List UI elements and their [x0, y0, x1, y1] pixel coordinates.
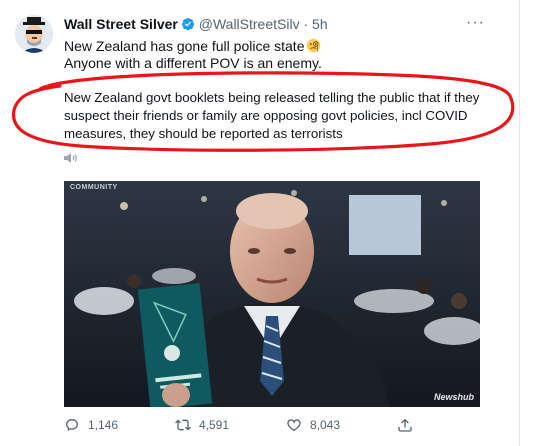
share-button[interactable]	[397, 417, 413, 433]
retweet-icon	[175, 419, 191, 431]
like-count: 8,043	[310, 418, 341, 432]
video-caption-overlay: COMMUNITY	[70, 184, 118, 191]
like-icon	[287, 419, 301, 431]
retweet-button[interactable]: 4,591	[175, 417, 229, 433]
tweet-actions: 1,146 4,591 8,043	[64, 417, 444, 437]
reply-icon	[66, 419, 78, 431]
video-player[interactable]: COMMUNITY Newshub	[64, 181, 480, 407]
reply-button[interactable]: 1,146	[64, 417, 118, 433]
speaker-icon[interactable]	[64, 151, 78, 169]
share-icon	[398, 418, 412, 432]
video-watermark: Newshub	[433, 392, 474, 402]
retweet-count: 4,591	[199, 418, 230, 432]
reply-count: 1,146	[88, 418, 119, 432]
video-frame	[64, 181, 480, 407]
red-annotation-circle	[11, 71, 515, 152]
like-button[interactable]: 8,043	[286, 417, 340, 433]
